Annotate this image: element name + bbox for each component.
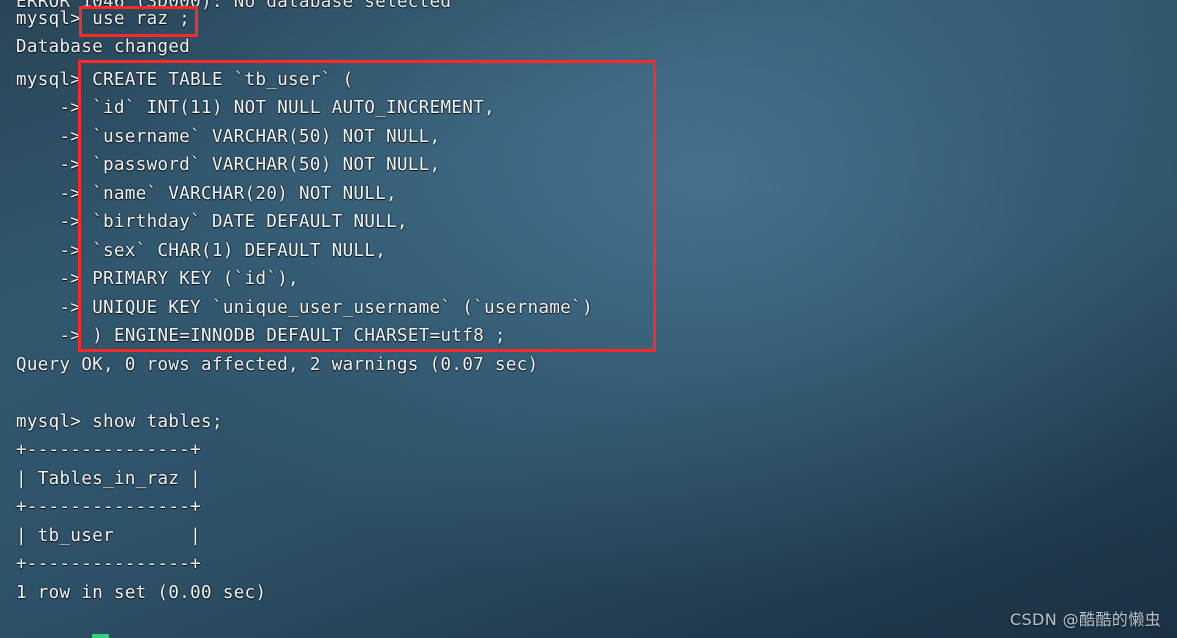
taskbar-running-indicator [92,634,109,638]
terminal-line: -> `sex` CHAR(1) DEFAULT NULL, [16,241,387,261]
terminal-line: -> UNIQUE KEY `unique_user_username` (`u… [16,298,593,318]
terminal-line: mysql> show tables; [16,412,223,432]
terminal-line: -> `id` INT(11) NOT NULL AUTO_INCREMENT, [16,98,495,118]
terminal-line: -> `username` VARCHAR(50) NOT NULL, [16,127,441,147]
terminal-screenshot: ERROR 1046 (3D000): No database selected… [0,0,1177,638]
terminal-line: | tb_user | [16,526,202,546]
terminal-line: mysql> use raz ; [16,9,191,29]
terminal-line: mysql> CREATE TABLE `tb_user` ( [16,70,354,90]
terminal-line: | Tables_in_raz | [16,469,202,489]
terminal-line: 1 row in set (0.00 sec) [16,583,267,603]
terminal-line: -> `birthday` DATE DEFAULT NULL, [16,212,408,232]
csdn-watermark: CSDN @酷酷的懒虫 [1009,610,1161,629]
terminal-line: Database changed [16,37,191,57]
terminal-line: +---------------+ [16,497,202,517]
terminal-line: Query OK, 0 rows affected, 2 warnings (0… [16,355,539,375]
terminal-line: -> ) ENGINE=INNODB DEFAULT CHARSET=utf8 … [16,326,506,346]
terminal-output-area[interactable]: ERROR 1046 (3D000): No database selected… [0,0,1177,638]
terminal-line: -> `password` VARCHAR(50) NOT NULL, [16,155,441,175]
terminal-line: -> PRIMARY KEY (`id`), [16,269,300,289]
terminal-line: +---------------+ [16,440,202,460]
terminal-line: -> `name` VARCHAR(20) NOT NULL, [16,184,398,204]
terminal-line: +---------------+ [16,554,202,574]
